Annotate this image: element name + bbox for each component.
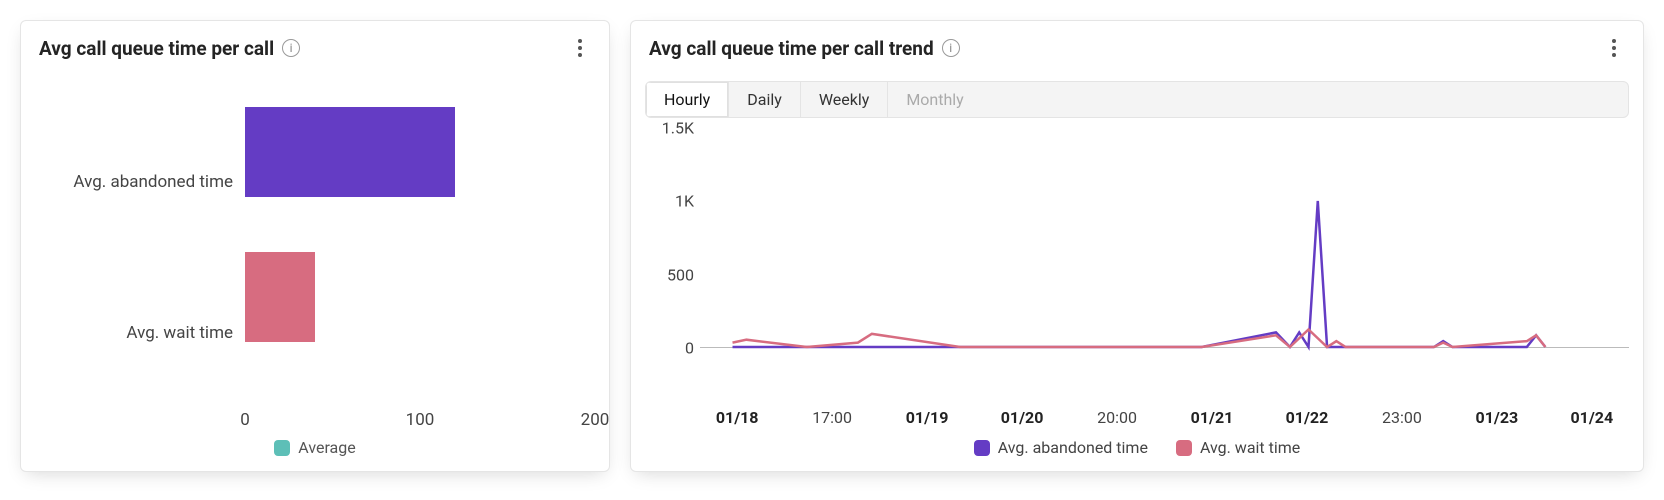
bar-label: Avg. abandoned time xyxy=(35,172,245,192)
segment-hourly[interactable]: Hourly xyxy=(646,82,729,117)
bar-chart: Avg. abandoned time Avg. wait time 01002… xyxy=(35,75,595,461)
info-icon[interactable]: i xyxy=(282,39,300,57)
y-tick: 500 xyxy=(667,265,694,284)
more-menu-button[interactable] xyxy=(569,35,591,61)
more-menu-button[interactable] xyxy=(1603,35,1625,61)
card-avg-queue-time-trend: Avg call queue time per call trend i Hou… xyxy=(630,20,1644,472)
legend-label: Average xyxy=(298,438,355,457)
y-tick: 1K xyxy=(675,192,694,211)
card-title: Avg call queue time per call xyxy=(39,37,274,60)
segment-daily[interactable]: Daily xyxy=(729,82,801,117)
x-axis: 01/18 17:00 01/19 01/20 20:00 01/21 01/22 23:00… xyxy=(700,404,1629,432)
granularity-segmented-control: HourlyDailyWeeklyMonthly xyxy=(645,81,1629,118)
x-tick: 01/21 xyxy=(1191,408,1234,427)
x-tick: 01/23 xyxy=(1476,408,1519,427)
card-header: Avg call queue time per call i xyxy=(21,21,609,67)
legend-label: Avg. wait time xyxy=(1200,438,1300,457)
bar-label: Avg. wait time xyxy=(35,323,245,343)
legend-swatch xyxy=(1176,440,1192,456)
x-tick: 01/19 xyxy=(906,408,949,427)
card-header: Avg call queue time per call trend i xyxy=(631,21,1643,67)
segment-monthly: Monthly xyxy=(888,82,981,117)
card-avg-queue-time: Avg call queue time per call i Avg. aban… xyxy=(20,20,610,472)
legend: Average xyxy=(35,438,595,461)
x-tick: 01/18 xyxy=(716,408,759,427)
y-axis: 1.5K 1K 500 0 xyxy=(645,122,700,404)
series-line xyxy=(733,329,1546,347)
x-tick: 23:00 xyxy=(1382,408,1422,427)
x-tick: 0 xyxy=(240,410,250,430)
y-tick: 1.5K xyxy=(662,119,694,138)
x-tick: 01/24 xyxy=(1571,408,1614,427)
x-tick: 01/22 xyxy=(1286,408,1329,427)
line-chart-plot xyxy=(700,128,1629,348)
legend-item: Avg. wait time xyxy=(1176,438,1300,457)
x-tick: 100 xyxy=(406,410,435,430)
series-line xyxy=(733,201,1546,347)
legend: Avg. abandoned time Avg. wait time xyxy=(645,432,1629,461)
x-tick: 17:00 xyxy=(812,408,852,427)
info-icon[interactable]: i xyxy=(942,39,960,57)
x-tick: 01/20 xyxy=(1001,408,1044,427)
segment-weekly[interactable]: Weekly xyxy=(801,82,889,117)
bar xyxy=(245,107,455,197)
x-tick: 20:00 xyxy=(1097,408,1137,427)
legend-item: Avg. abandoned time xyxy=(974,438,1148,457)
card-title: Avg call queue time per call trend xyxy=(649,37,934,60)
legend-swatch xyxy=(974,440,990,456)
legend-swatch xyxy=(274,440,290,456)
legend-label: Avg. abandoned time xyxy=(998,438,1148,457)
x-tick: 200 xyxy=(581,410,610,430)
y-tick: 0 xyxy=(685,339,694,358)
bar xyxy=(245,252,315,342)
